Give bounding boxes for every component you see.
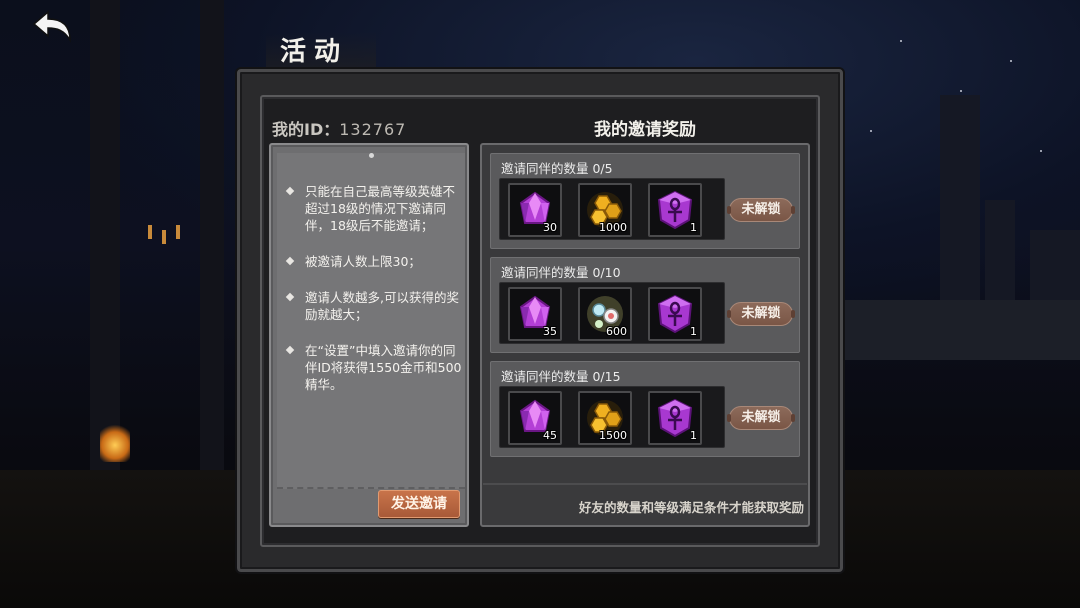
rewards-box: 邀请同伴的数量 0/5 30 1000 1 未解锁 邀请同伴的数量 0/10 35 600 1 未… xyxy=(480,143,810,527)
tier-progress-label: 邀请同伴的数量 0/5 xyxy=(501,161,613,176)
rule-item: 被邀请人数上限30； xyxy=(285,253,465,270)
reward-item-slot[interactable]: 1000 xyxy=(578,183,632,237)
reward-items-row: 45 1500 1 xyxy=(499,386,725,448)
rewards-title: 我的邀请奖励 xyxy=(594,120,696,140)
reward-item-slot[interactable]: 45 xyxy=(508,391,562,445)
my-id-value: 132767 xyxy=(339,120,407,139)
item-quantity: 1 xyxy=(690,325,697,338)
locked-claim-button[interactable]: 未解锁 xyxy=(727,302,795,326)
rule-item: 只能在自己最高等级英雄不超过18级的情况下邀请同伴，18级后不能邀请； xyxy=(285,183,465,234)
tier-progress-label: 邀请同伴的数量 0/15 xyxy=(501,369,621,384)
reward-tier: 邀请同伴的数量 0/10 35 600 1 未解锁 xyxy=(490,257,800,353)
reward-tier: 邀请同伴的数量 0/5 30 1000 1 未解锁 xyxy=(490,153,800,249)
reward-tier: 邀请同伴的数量 0/15 45 1500 1 未解锁 xyxy=(490,361,800,457)
candle xyxy=(176,225,180,239)
reward-item-slot[interactable]: 30 xyxy=(508,183,562,237)
rule-item: 邀请人数越多,可以获得的奖励就越大； xyxy=(285,289,465,323)
star xyxy=(1010,60,1012,62)
locked-claim-button[interactable]: 未解锁 xyxy=(727,198,795,222)
tier-progress-label: 邀请同伴的数量 0/10 xyxy=(501,265,621,280)
diamond-bullet-icon xyxy=(285,292,295,302)
reward-items-row: 30 1000 1 xyxy=(499,178,725,240)
star xyxy=(960,90,962,92)
item-quantity: 1000 xyxy=(599,221,627,234)
star xyxy=(900,40,902,42)
reward-item-slot[interactable]: 1 xyxy=(648,287,702,341)
pillar xyxy=(90,0,120,480)
locked-claim-button[interactable]: 未解锁 xyxy=(727,406,795,430)
reward-item-slot[interactable]: 1 xyxy=(648,391,702,445)
rules-list: 只能在自己最高等级英雄不超过18级的情况下邀请同伴，18级后不能邀请； 被邀请人… xyxy=(285,183,465,412)
reward-item-slot[interactable]: 35 xyxy=(508,287,562,341)
item-quantity: 1 xyxy=(690,429,697,442)
star xyxy=(1040,150,1042,152)
send-invite-button[interactable]: 发送邀请 xyxy=(378,490,460,518)
reward-items-row: 35 600 1 xyxy=(499,282,725,344)
reward-item-slot[interactable]: 1 xyxy=(648,183,702,237)
item-quantity: 45 xyxy=(543,429,557,442)
item-quantity: 1 xyxy=(690,221,697,234)
rules-box: 只能在自己最高等级英雄不超过18级的情况下邀请同伴，18级后不能邀请； 被邀请人… xyxy=(269,143,469,527)
star xyxy=(870,130,872,132)
back-arrow-icon xyxy=(32,10,71,43)
rules-sheet: 只能在自己最高等级英雄不超过18级的情况下邀请同伴，18级后不能邀请； 被邀请人… xyxy=(277,153,465,489)
pillar xyxy=(200,0,224,480)
candle xyxy=(148,225,152,239)
reward-item-slot[interactable]: 1500 xyxy=(578,391,632,445)
item-quantity: 600 xyxy=(606,325,627,338)
diamond-bullet-icon xyxy=(285,256,295,266)
fire-glow xyxy=(100,420,130,462)
item-quantity: 35 xyxy=(543,325,557,338)
reward-item-slot[interactable]: 600 xyxy=(578,287,632,341)
balcony-railing xyxy=(845,300,1080,360)
diamond-bullet-icon xyxy=(285,186,295,196)
candle xyxy=(162,230,166,244)
diamond-bullet-icon xyxy=(285,345,295,355)
back-button[interactable] xyxy=(30,10,74,44)
rewards-footer-note: 好友的数量和等级满足条件才能获取奖励 xyxy=(578,500,804,515)
page-title: 活动 xyxy=(266,32,376,72)
item-quantity: 1500 xyxy=(599,429,627,442)
scroll-indicator-dot xyxy=(369,153,374,158)
my-id-label: 我的ID： xyxy=(272,120,340,139)
rule-item: 在“设置”中填入邀请你的同伴ID将获得1550金币和500精华。 xyxy=(285,342,465,393)
rewards-scroll-list[interactable]: 邀请同伴的数量 0/5 30 1000 1 未解锁 邀请同伴的数量 0/10 35 600 1 未… xyxy=(490,153,800,483)
divider xyxy=(483,483,807,485)
item-quantity: 30 xyxy=(543,221,557,234)
my-id: 我的ID：132767 xyxy=(272,116,406,140)
